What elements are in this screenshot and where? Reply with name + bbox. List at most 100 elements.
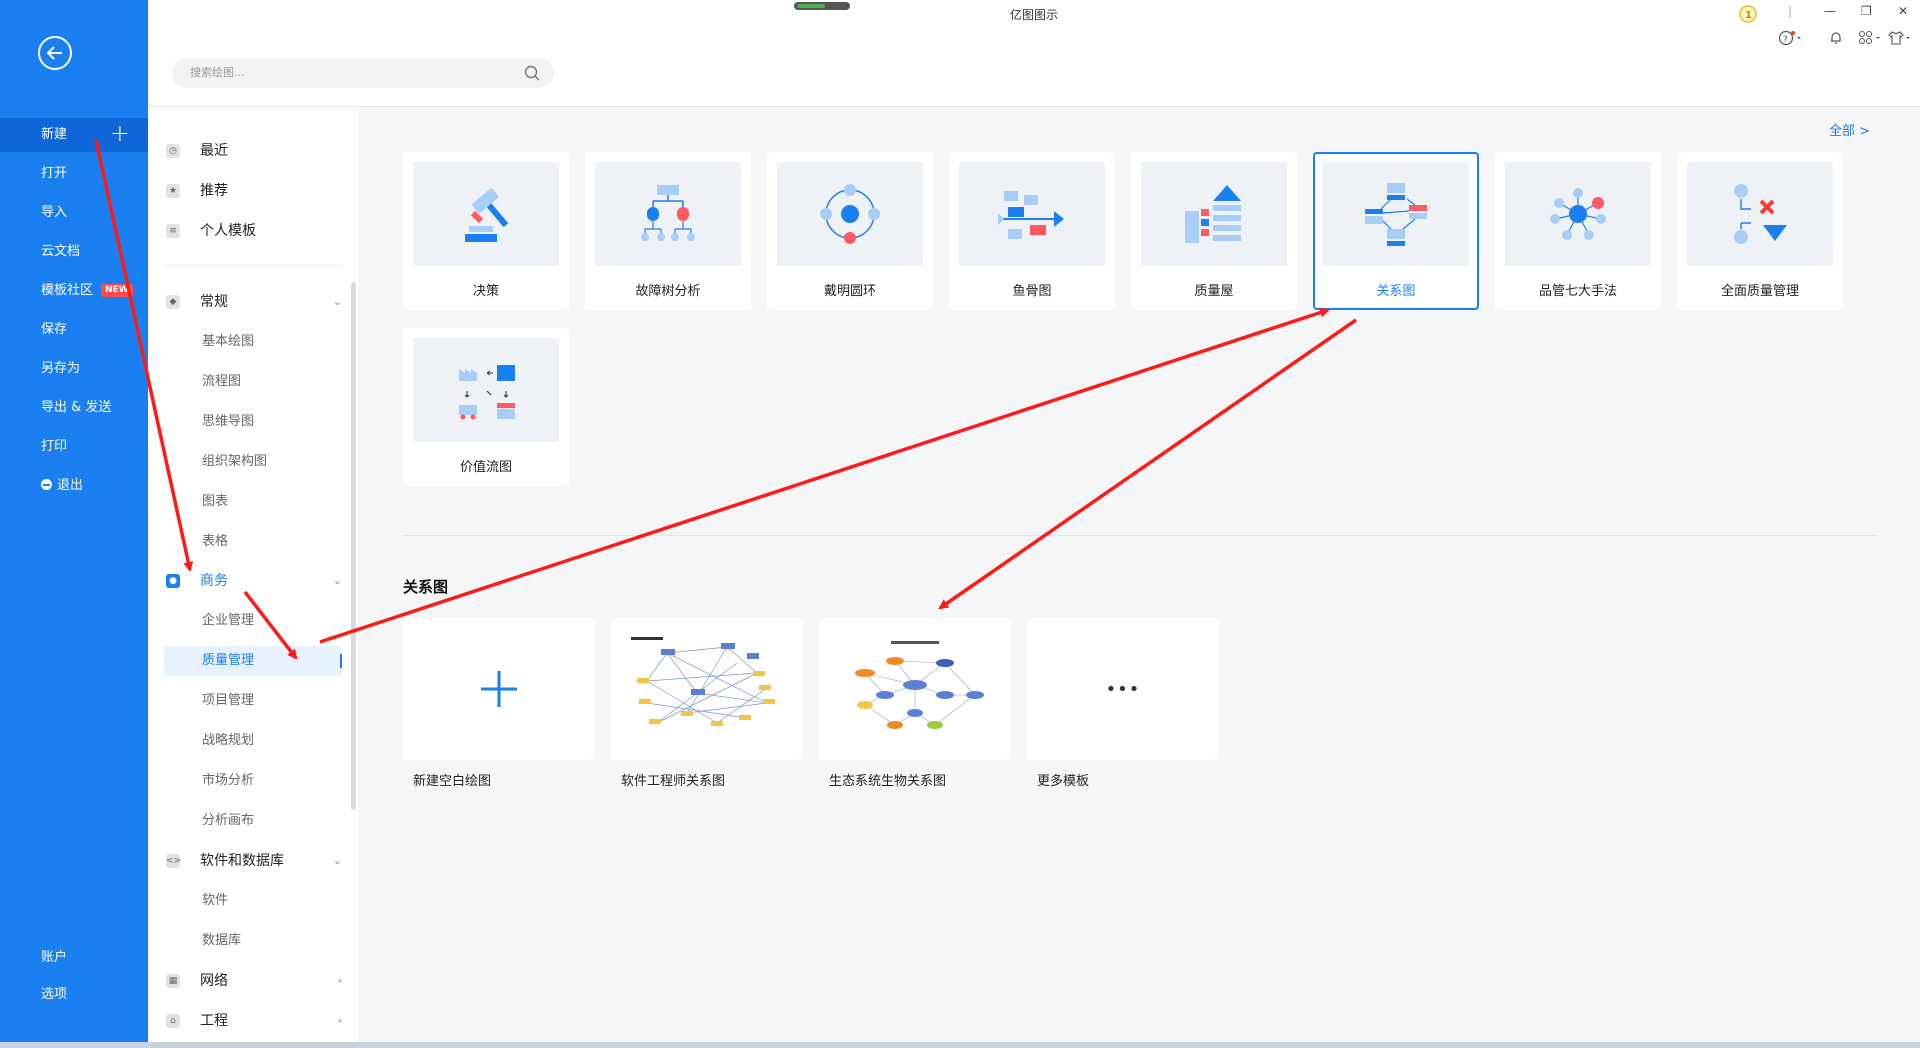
category-network[interactable]: ▦ 网络 › xyxy=(166,966,356,996)
template-card-fault-tree[interactable]: 故障树分析 xyxy=(585,152,751,310)
tag-icon: ◆ xyxy=(166,295,180,309)
nav-template-community[interactable]: 模板社区 NEW xyxy=(0,274,148,308)
template-card-value-stream[interactable]: 价值流图 xyxy=(403,328,569,486)
restore-icon[interactable]: ❐ xyxy=(1861,4,1872,18)
nav-cloud-label: 云文档 xyxy=(41,244,81,259)
section-divider xyxy=(403,535,1877,536)
nav-print-label: 打印 xyxy=(41,439,68,454)
nav-export-label: 导出 & 发送 xyxy=(41,400,112,415)
subcategory-database[interactable]: 数据库 xyxy=(164,926,342,956)
template-card-decision[interactable]: 决策 xyxy=(403,152,569,310)
app-title: 亿图图示 xyxy=(1009,8,1058,22)
subcategory-canvas[interactable]: 分析画布 xyxy=(164,806,342,836)
template-card-seven-tools[interactable]: 品管七大手法 xyxy=(1495,152,1661,310)
subcategory-quality[interactable]: 质量管理 xyxy=(164,646,342,676)
svg-text:1: 1 xyxy=(1745,10,1752,21)
business-icon: ● xyxy=(166,574,180,588)
nav-options-label: 选项 xyxy=(41,987,68,1002)
nav-new[interactable]: 新建 + xyxy=(0,118,148,152)
template-card-tqm[interactable]: 全面质量管理 xyxy=(1677,152,1843,310)
subcategory-label: 数据库 xyxy=(202,933,242,948)
subcategory-strategy[interactable]: 战略规划 xyxy=(164,726,342,756)
subcategory-mindmap[interactable]: 思维导图 xyxy=(164,407,342,437)
nav-open-label: 打开 xyxy=(41,166,68,181)
subcategory-market[interactable]: 市场分析 xyxy=(164,766,342,796)
template-label: 全面质量管理 xyxy=(1720,284,1799,299)
subcategory-orgchart[interactable]: 组织架构图 xyxy=(164,447,342,477)
subcategory-flowchart[interactable]: 流程图 xyxy=(164,367,342,397)
search-icon[interactable] xyxy=(524,65,540,81)
relation-diagram-icon xyxy=(1323,162,1469,266)
nav-save[interactable]: 保存 xyxy=(0,313,148,347)
bell-icon[interactable] xyxy=(1828,30,1844,46)
back-icon[interactable] xyxy=(38,36,72,70)
template-label: 决策 xyxy=(472,284,499,299)
nav-import[interactable]: 导入 xyxy=(0,196,148,230)
more-templates-card[interactable]: ••• xyxy=(1027,618,1219,760)
close-icon[interactable]: ✕ xyxy=(1898,4,1908,18)
template-card-house-of-quality[interactable]: 质量屋 xyxy=(1131,152,1297,310)
category-recent[interactable]: ◷ 最近 xyxy=(166,136,356,166)
template-label: 关系图 xyxy=(1376,284,1416,299)
category-general[interactable]: ◆ 常规 ⌄ xyxy=(166,287,356,317)
all-templates-link[interactable]: 全部 > xyxy=(1829,120,1870,139)
software-engineer-thumbnail xyxy=(631,637,775,726)
subcategory-basic[interactable]: 基本绘图 xyxy=(164,327,342,357)
code-icon: <> xyxy=(166,854,182,868)
clock-icon: ◷ xyxy=(166,144,180,158)
nav-open[interactable]: 打开 xyxy=(0,157,148,191)
plus-icon: + xyxy=(109,119,130,147)
svg-text:?: ? xyxy=(1783,35,1788,45)
nav-save-label: 保存 xyxy=(41,322,68,337)
category-engineering[interactable]: ⌂ 工程 › xyxy=(166,1006,356,1036)
help-icon[interactable]: ? xyxy=(1778,30,1804,46)
subcategory-label: 软件 xyxy=(202,893,229,908)
apps-icon[interactable] xyxy=(1858,30,1884,46)
template-card-fishbone[interactable]: 鱼骨图 xyxy=(949,152,1115,310)
house-of-quality-icon xyxy=(1141,162,1287,266)
template-card-relation-diagram[interactable]: 关系图 xyxy=(1313,152,1479,310)
category-general-label: 常规 xyxy=(200,294,228,310)
search-input[interactable]: 搜索绘图... xyxy=(172,58,554,88)
example-label-ecosystem: 生态系统生物关系图 xyxy=(829,774,947,789)
chevron-right-icon: › xyxy=(337,974,342,987)
tqm-icon xyxy=(1687,162,1833,266)
subcategory-software[interactable]: 软件 xyxy=(164,886,342,916)
subcategory-label: 战略规划 xyxy=(202,733,255,748)
minimize-icon[interactable]: — xyxy=(1824,4,1836,18)
category-personal[interactable]: ≡ 个人模板 xyxy=(166,216,356,246)
category-recommended[interactable]: ★ 推荐 xyxy=(166,176,356,206)
nav-save-as-label: 另存为 xyxy=(41,361,81,376)
category-software[interactable]: <> 软件和数据库 ⌄ xyxy=(166,846,356,876)
template-card-pdca[interactable]: 戴明圆环 xyxy=(767,152,933,310)
nav-cloud[interactable]: 云文档 xyxy=(0,235,148,269)
nav-new-label: 新建 xyxy=(41,127,68,142)
nav-print[interactable]: 打印 xyxy=(0,430,148,464)
subcategory-enterprise[interactable]: 企业管理 xyxy=(164,606,342,636)
category-business[interactable]: ● 商务 ⌄ xyxy=(166,566,356,596)
category-sidebar: ◷ 最近 ★ 推荐 ≡ 个人模板 ◆ 常规 ⌄ 基本绘图 流程图 思维导图 组织架构图 图… xyxy=(148,107,358,1048)
subcategory-label: 基本绘图 xyxy=(202,334,255,349)
user-level-icon[interactable]: 1 xyxy=(1738,4,1758,24)
subcategory-label: 图表 xyxy=(202,494,229,509)
nav-exit[interactable]: 退出 xyxy=(0,469,148,503)
gavel-icon xyxy=(413,162,559,266)
subcategory-label: 思维导图 xyxy=(202,414,255,429)
subcategory-chart[interactable]: 图表 xyxy=(164,487,342,517)
example-card-software-engineer[interactable] xyxy=(611,618,803,760)
nav-save-as[interactable]: 另存为 xyxy=(0,352,148,386)
template-label: 戴明圆环 xyxy=(823,284,876,299)
subcategory-project[interactable]: 项目管理 xyxy=(164,686,342,716)
skin-icon[interactable] xyxy=(1888,30,1914,46)
new-blank-card[interactable] xyxy=(403,618,595,760)
nav-account-label: 账户 xyxy=(41,950,68,965)
subcategory-label: 项目管理 xyxy=(202,693,255,708)
category-scrollbar[interactable] xyxy=(351,282,356,810)
nav-import-label: 导入 xyxy=(41,205,68,220)
nav-account[interactable]: 账户 xyxy=(0,941,148,975)
nav-options[interactable]: 选项 xyxy=(0,978,148,1012)
example-card-ecosystem[interactable] xyxy=(819,618,1011,760)
subcategory-table[interactable]: 表格 xyxy=(164,527,342,557)
nav-export[interactable]: 导出 & 发送 xyxy=(0,391,148,425)
subcategory-label: 流程图 xyxy=(202,374,242,389)
